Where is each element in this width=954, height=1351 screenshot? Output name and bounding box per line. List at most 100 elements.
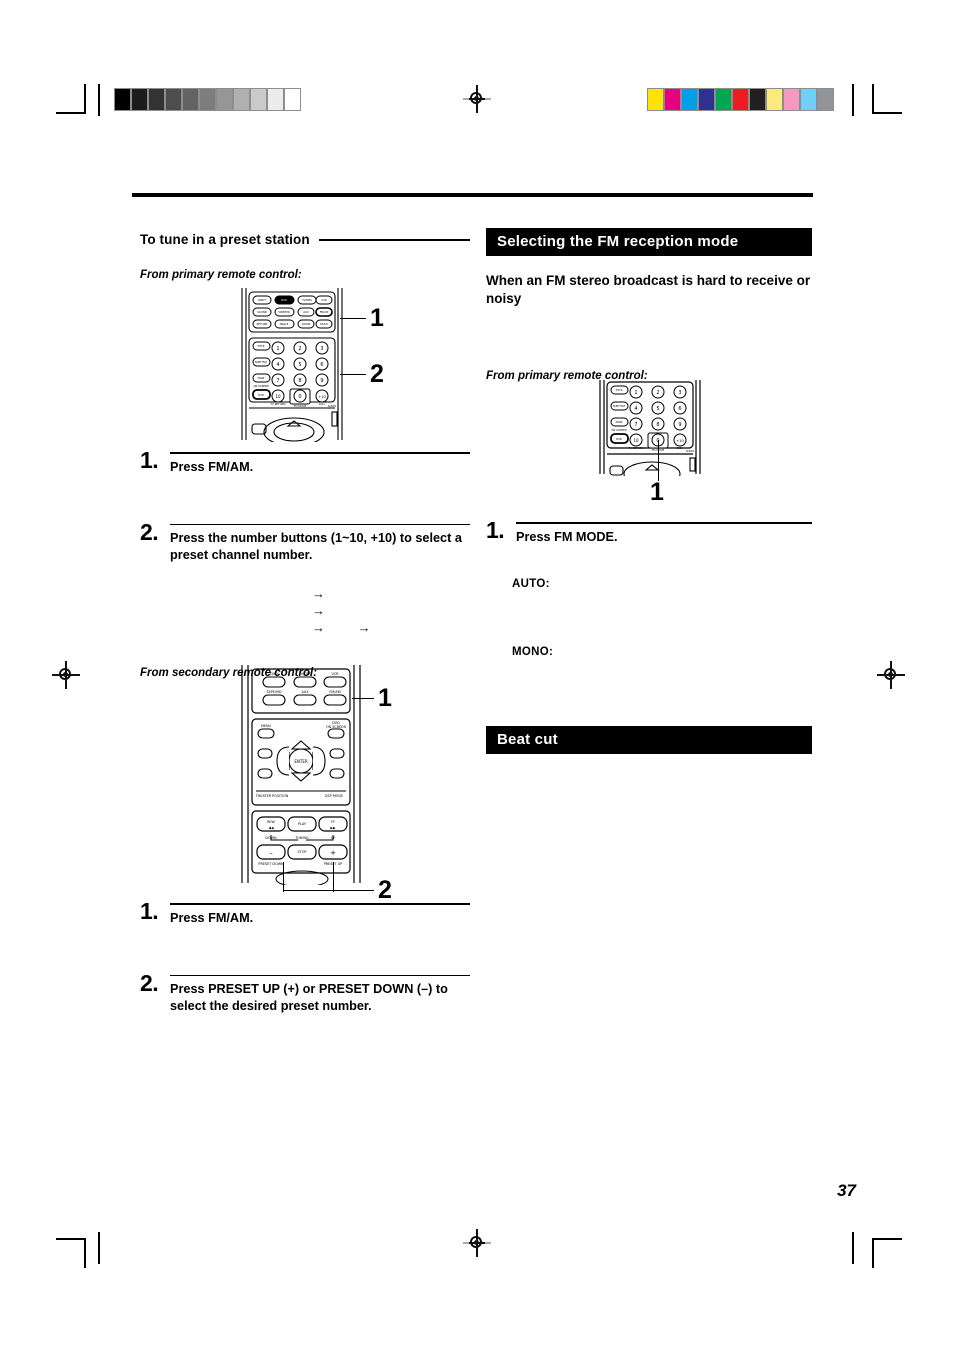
svg-text:TV RETURN: TV RETURN [629,446,644,450]
color-bars [647,88,834,111]
svg-text:SOUND: SOUND [257,310,267,314]
leader-line-fm-1 [658,440,660,481]
svg-text:DVD: DVD [281,298,287,302]
svg-text:FM MODE: FM MODE [294,404,307,408]
svg-text:PLAY: PLAY [298,822,307,826]
svg-text:TITLE: TITLE [615,388,622,392]
svg-text:DVD: DVD [258,393,264,397]
calibration-patch-2 [681,88,698,111]
callout-primary-1: 1 [370,304,384,332]
registration-target-icon-bottom [463,1229,491,1257]
svg-text:DOWN: DOWN [265,836,277,840]
svg-text:RETURN: RETURN [257,322,268,326]
crop-mark-top-left-inner [96,84,104,118]
manual-page: To tune in a preset station From primary… [0,0,954,1351]
svg-text:5: 5 [298,362,301,368]
fm-mode-description [512,592,812,642]
calibration-patch-8 [250,88,267,111]
calibration-patch-1 [664,88,681,111]
svg-text:TAPE/MD: TAPE/MD [266,690,282,694]
step-rule [170,452,470,454]
svg-text:1: 1 [634,390,637,396]
arrow-right-icon: → [312,585,325,601]
step-text: Press FM/AM. [170,910,254,925]
leader-line-secondary-2-v2 [333,862,335,892]
crop-mark-bottom-right-inner [848,1228,856,1264]
step-number: 1. [140,898,159,924]
svg-text:TV/DBS: TV/DBS [298,672,312,676]
arrow-right-icon: → [312,619,325,635]
svg-text:0: 0 [298,394,301,400]
fm-mode-term: AUTO: [512,577,550,590]
calibration-patch-8 [783,88,800,111]
svg-text:9: 9 [320,378,323,384]
right-column: Selecting the FM reception mode When an … [486,228,812,382]
arrow-row: → → [312,619,470,636]
crop-mark-top-right-inner [848,84,856,118]
heading-rule [318,238,470,241]
svg-text:1: 1 [276,346,279,352]
calibration-patch-4 [715,88,732,111]
svg-text:DVD: DVD [270,672,278,676]
svg-text:6: 6 [678,406,681,412]
svg-text:+10: +10 [318,395,326,399]
svg-text:5: 5 [656,406,659,412]
svg-text:ON SCREEN: ON SCREEN [326,725,346,729]
svg-text:7: 7 [634,422,637,428]
svg-text:ON SCREEN: ON SCREEN [253,384,268,388]
calibration-patch-6 [216,88,233,111]
left-column: To tune in a preset station From primary… [140,232,470,281]
calibration-patch-0 [647,88,664,111]
calibration-patch-10 [284,88,301,111]
svg-text:ENTER: ENTER [294,759,307,764]
svg-text:TAPE/MD: TAPE/MD [278,310,289,314]
section-banner-fm-reception: Selecting the FM reception mode [486,228,812,256]
svg-text:FF: FF [331,820,335,824]
svg-text:TUNING: TUNING [294,836,309,840]
fm-mode-entry: AUTO: [512,574,812,642]
arrow-row: → [312,602,470,619]
svg-text:3: 3 [320,346,323,352]
page-number: 37 [837,1181,856,1200]
svg-text:INPUT: INPUT [258,298,266,302]
svg-text:REW: REW [267,820,275,824]
svg-text:VCR: VCR [331,672,339,676]
leader-line-secondary-2-v1 [283,862,285,892]
svg-text:9: 9 [678,422,681,428]
leader-line-secondary-2 [283,890,374,892]
fm-reception-lead-text: When an FM stereo broadcast is hard to r… [486,273,811,307]
leader-line-primary-1 [340,318,366,320]
svg-text:SUBTITLE: SUBTITLE [255,360,268,364]
fm-mode-definitions: AUTO: MONO: [486,574,812,660]
calibration-patch-9 [800,88,817,111]
registration-target-icon-right [877,661,905,689]
svg-text:7: 7 [276,378,279,384]
secondary-remote-figure: DVD TV/DBS VCR TAPE/MD AUX FM/AM MENU DVD ON … [236,663,368,885]
svg-text:PRESET DOWN: PRESET DOWN [258,862,284,866]
svg-text:ANGLE: ANGLE [280,322,289,326]
step-text: Press the number buttons (1~10, +10) to … [170,531,462,563]
crop-mark-top-left [56,84,96,124]
step-item: 2. Press PRESET UP (+) or PRESET DOWN (–… [140,970,470,1016]
grayscale-wedge [114,88,301,111]
arrow-row: → [312,585,470,602]
svg-text:+: + [330,849,336,857]
svg-text:AUX: AUX [303,310,309,314]
fm-mode-term: MONO: [512,645,554,658]
step-number: 2. [140,518,159,545]
svg-text:2: 2 [298,346,301,352]
svg-text:VCR: VCR [321,298,327,302]
fm-mode-steps: 1. Press FM MODE. AUTO: MONO: [486,517,812,660]
step-number: 1. [140,447,159,473]
leader-line-secondary-1 [352,698,374,700]
arrow-right-icon: → [357,619,371,635]
calibration-patch-10 [817,88,834,111]
step-item: 1. Press FM/AM. [140,898,470,927]
svg-text:2: 2 [656,390,659,396]
step-item: 1. Press FM/AM. [140,447,470,476]
calibration-patch-3 [698,88,715,111]
arrow-right-icon: → [312,602,325,618]
svg-text:6: 6 [320,362,323,368]
primary-remote-source-label: From primary remote control: [140,269,302,281]
step-rule [516,522,812,524]
